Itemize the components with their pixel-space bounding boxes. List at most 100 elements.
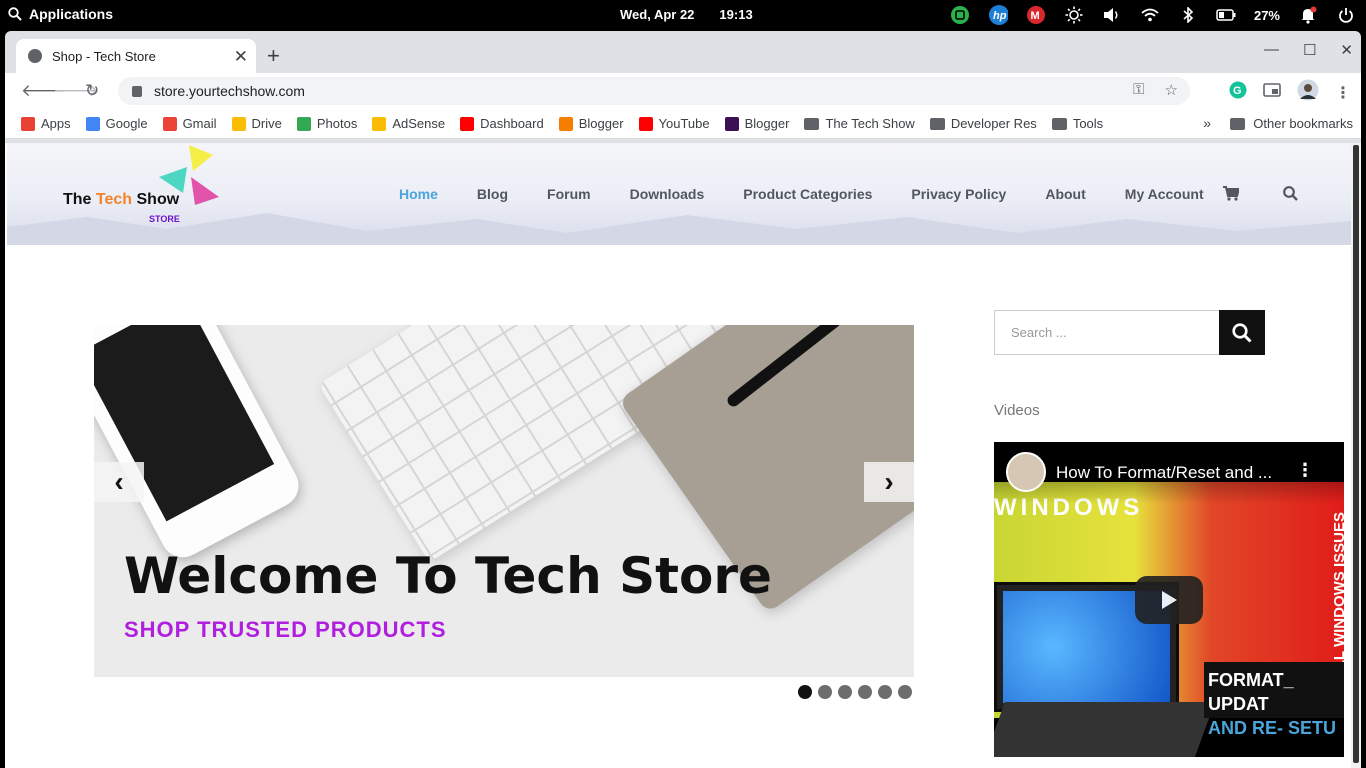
slider-next-button[interactable]: › bbox=[864, 462, 914, 502]
thumb-format-box: FORMAT_ UPDAT AND RE- SETU bbox=[1204, 662, 1344, 738]
nav-item-product-categories[interactable]: Product Categories bbox=[743, 186, 872, 202]
bookmark-label: Developer Res bbox=[950, 116, 1037, 131]
cart-icon[interactable] bbox=[1223, 186, 1241, 206]
slider-title: Welcome To Tech Store bbox=[124, 547, 772, 605]
bookmark-2[interactable]: Gmail bbox=[162, 116, 217, 131]
nav-item-blog[interactable]: Blog bbox=[477, 186, 508, 202]
slider-dot[interactable] bbox=[858, 685, 872, 699]
browser-toolbar: 🡐 🡒 ↻ store.yourtechshow.com ⚿ ☆ G ⋮ bbox=[5, 73, 1361, 109]
date-text: Wed, Apr 22 bbox=[620, 7, 695, 22]
bookmark-12[interactable]: Tools bbox=[1051, 116, 1104, 131]
slider-dot[interactable] bbox=[798, 685, 812, 699]
logo-text: The Tech Show bbox=[63, 191, 180, 208]
brightness-icon[interactable] bbox=[1064, 5, 1084, 25]
bookmark-label: Gmail bbox=[182, 116, 217, 131]
bookmark-7[interactable]: Blogger bbox=[558, 116, 624, 131]
nav-item-downloads[interactable]: Downloads bbox=[630, 186, 705, 202]
nav-item-privacy-policy[interactable]: Privacy Policy bbox=[911, 186, 1006, 202]
grammarly-icon[interactable]: G bbox=[1229, 81, 1247, 104]
maximize-icon[interactable]: ☐ bbox=[1303, 41, 1316, 59]
youtube-embed[interactable]: WINDOWS FIX ALL WINDOWS ISSUES FORMAT_ U… bbox=[994, 442, 1344, 757]
close-window-icon[interactable]: ✕ bbox=[1340, 41, 1353, 59]
profile-avatar[interactable] bbox=[1297, 79, 1319, 106]
folder-icon bbox=[929, 117, 945, 130]
slider-dots bbox=[798, 685, 912, 699]
nav-item-home[interactable]: Home bbox=[399, 186, 438, 202]
wifi-icon[interactable] bbox=[1140, 5, 1160, 25]
power-icon[interactable] bbox=[1336, 5, 1356, 25]
play-icon bbox=[1162, 591, 1177, 609]
reload-button[interactable]: ↻ bbox=[85, 81, 99, 101]
svg-text:hp: hp bbox=[993, 10, 1007, 22]
nav-item-forum[interactable]: Forum bbox=[547, 186, 591, 202]
youtube-icon bbox=[460, 116, 475, 131]
slider-prev-button[interactable]: ‹ bbox=[94, 462, 144, 502]
browser-window: Shop - Tech Store ✕ + — ☐ ✕ 🡐 🡒 ↻ store.… bbox=[5, 31, 1361, 768]
play-button[interactable] bbox=[1135, 576, 1203, 624]
site-logo[interactable]: The Tech Show STORE bbox=[63, 143, 233, 233]
other-bookmarks[interactable]: Other bookmarks bbox=[1230, 116, 1353, 131]
chevron-left-icon: ‹ bbox=[114, 466, 124, 497]
slider-dot[interactable] bbox=[898, 685, 912, 699]
bookmark-9[interactable]: Blogger bbox=[724, 116, 790, 131]
video-menu-icon[interactable]: ⋮ bbox=[1296, 460, 1314, 481]
bookmark-label: Blogger bbox=[744, 116, 790, 131]
bookmark-3[interactable]: Drive bbox=[231, 116, 282, 131]
bookmark-10[interactable]: The Tech Show bbox=[804, 116, 915, 131]
blogger-icon bbox=[558, 116, 573, 131]
url-text: store.yourtechshow.com bbox=[154, 83, 305, 99]
channel-avatar[interactable] bbox=[1006, 452, 1046, 492]
applications-menu[interactable]: Applications bbox=[8, 6, 113, 22]
notification-bell-icon[interactable] bbox=[1298, 5, 1318, 25]
bluetooth-icon[interactable] bbox=[1178, 5, 1198, 25]
video-title[interactable]: How To Format/Reset and ... bbox=[1056, 463, 1272, 483]
address-bar[interactable]: store.yourtechshow.com ⚿ ☆ bbox=[118, 77, 1190, 105]
bookmark-label: The Tech Show bbox=[825, 116, 915, 131]
site-search-icon[interactable] bbox=[1283, 186, 1298, 206]
green-app-icon[interactable] bbox=[950, 5, 970, 25]
nav-item-my-account[interactable]: My Account bbox=[1125, 186, 1204, 202]
slider-dot[interactable] bbox=[838, 685, 852, 699]
sidebar-search-input[interactable]: Search ... bbox=[994, 310, 1220, 355]
bookmark-star-icon[interactable]: ☆ bbox=[1165, 81, 1178, 99]
bookmark-6[interactable]: Dashboard bbox=[460, 116, 544, 131]
battery-icon[interactable] bbox=[1216, 5, 1236, 25]
bookmark-5[interactable]: AdSense bbox=[372, 116, 445, 131]
mega-icon[interactable]: M bbox=[1026, 5, 1046, 25]
bookmark-8[interactable]: YouTube bbox=[638, 116, 710, 131]
bookmark-1[interactable]: Google bbox=[85, 116, 148, 131]
bookmark-0[interactable]: Apps bbox=[21, 116, 71, 131]
key-icon[interactable]: ⚿ bbox=[1133, 81, 1144, 99]
folder-icon bbox=[804, 117, 820, 130]
new-tab-button[interactable]: + bbox=[267, 43, 280, 69]
bookmark-label: Apps bbox=[41, 116, 71, 131]
bookmarks-overflow-icon[interactable]: » bbox=[1203, 115, 1211, 131]
slider-subtitle: SHOP TRUSTED PRODUCTS bbox=[124, 617, 447, 642]
folder-icon bbox=[1230, 117, 1246, 130]
bookmark-label: Tools bbox=[1072, 116, 1104, 131]
page-scrollbar[interactable] bbox=[1351, 143, 1361, 768]
browser-menu-icon[interactable]: ⋮ bbox=[1335, 83, 1351, 103]
bookmark-label: Drive bbox=[251, 116, 282, 131]
videos-heading: Videos bbox=[994, 402, 1040, 419]
sidebar-search-button[interactable] bbox=[1219, 310, 1265, 355]
folder-icon bbox=[1051, 117, 1067, 130]
close-tab-icon[interactable]: ✕ bbox=[234, 47, 248, 67]
slider-dot[interactable] bbox=[878, 685, 892, 699]
tab-shop-tech-store[interactable]: Shop - Tech Store ✕ bbox=[16, 39, 256, 73]
apps-grid-icon bbox=[21, 116, 35, 131]
bookmark-label: AdSense bbox=[392, 116, 446, 131]
site-header: The Tech Show STORE Home Blog Forum Downloa… bbox=[7, 143, 1351, 245]
search-icon bbox=[8, 7, 22, 21]
clock[interactable]: Wed, Apr 22 19:13 bbox=[620, 7, 753, 22]
picture-in-picture-icon[interactable] bbox=[1263, 83, 1281, 102]
slider-dot[interactable] bbox=[818, 685, 832, 699]
nav-item-about[interactable]: About bbox=[1045, 186, 1085, 202]
volume-icon[interactable] bbox=[1102, 5, 1122, 25]
bookmark-label: Photos bbox=[316, 116, 358, 131]
tab-title: Shop - Tech Store bbox=[52, 48, 156, 64]
minimize-icon[interactable]: — bbox=[1264, 41, 1279, 59]
hp-icon[interactable]: hp bbox=[988, 5, 1008, 25]
bookmark-11[interactable]: Developer Res bbox=[929, 116, 1037, 131]
bookmark-4[interactable]: Photos bbox=[296, 116, 358, 131]
